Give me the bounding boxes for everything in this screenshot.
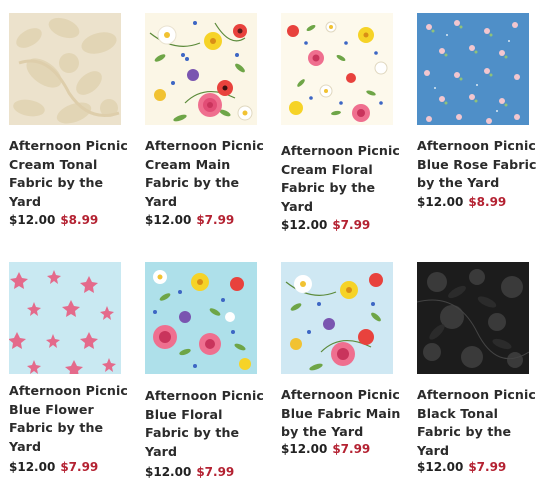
title-line: Afternoon Picnic <box>417 387 536 402</box>
title-line: Yard <box>9 193 42 209</box>
price-row: $12.00 $8.99 <box>9 213 98 227</box>
title-line: Afternoon Picnic <box>145 138 264 153</box>
product-image-blue-floral[interactable] <box>145 262 257 374</box>
product-title[interactable]: Afternoon Picnic Cream Floral Fabric by … <box>281 142 406 216</box>
price-row: $12.00 $8.99 <box>417 195 506 209</box>
sale-price: $8.99 <box>468 195 507 209</box>
price-row: $12.00 $7.99 <box>9 460 98 474</box>
price-row: $12.00 $7.99 <box>417 460 506 474</box>
regular-price: $12.00 <box>417 460 464 474</box>
title-line: Black Tonal <box>417 405 499 421</box>
title-line: Yard <box>9 438 42 454</box>
title-line: Yard <box>145 193 178 209</box>
sale-price: $7.99 <box>196 465 235 479</box>
title-line: Fabric by the <box>145 425 240 440</box>
title-line: Blue Rose Fabric <box>417 156 537 172</box>
title-line: Afternoon Picnic <box>145 388 264 403</box>
price-row: $12.00 $7.99 <box>145 465 234 479</box>
title-line: Blue Floral <box>145 406 223 422</box>
regular-price: $12.00 <box>281 442 328 456</box>
title-line: Afternoon Picnic <box>9 383 128 398</box>
sale-price: $7.99 <box>332 442 371 456</box>
title-line: Fabric by the <box>145 175 240 190</box>
title-line: Afternoon Picnic <box>9 138 128 153</box>
title-line: Yard <box>417 442 450 458</box>
regular-price: $12.00 <box>9 460 56 474</box>
sale-price: $7.99 <box>332 218 371 232</box>
title-line: Fabric by the <box>281 180 376 195</box>
product-image-blue-rose[interactable] <box>417 13 529 125</box>
title-line: Afternoon Picnic <box>281 143 400 158</box>
product-title[interactable]: Afternoon Picnic Blue Flower Fabric by t… <box>9 382 134 456</box>
price-row: $12.00 $7.99 <box>281 442 370 456</box>
product-image-blue-flower[interactable] <box>9 262 121 374</box>
title-line: Fabric by the <box>9 420 104 435</box>
sale-price: $7.99 <box>60 460 99 474</box>
title-line: Yard <box>281 198 314 214</box>
product-image-black-tonal[interactable] <box>417 262 529 374</box>
title-line: Fabric by the <box>9 175 104 190</box>
product-title[interactable]: Afternoon Picnic Blue Floral Fabric by t… <box>145 387 270 461</box>
title-line: Blue Flower <box>9 401 94 417</box>
title-line: Yard <box>145 443 178 459</box>
product-image-cream-floral[interactable] <box>281 13 393 125</box>
sale-price: $8.99 <box>60 213 99 227</box>
title-line: Fabric by the <box>417 424 512 439</box>
title-line: Afternoon Picnic <box>417 138 536 153</box>
product-image-cream-main[interactable] <box>145 13 257 125</box>
price-row: $12.00 $7.99 <box>281 218 370 232</box>
title-line: Afternoon Picnic <box>281 387 400 402</box>
price-row: $12.00 $7.99 <box>145 213 234 227</box>
regular-price: $12.00 <box>417 195 464 209</box>
title-line: Blue Fabric Main <box>281 405 401 421</box>
product-image-cream-tonal[interactable] <box>9 13 121 125</box>
regular-price: $12.00 <box>281 218 328 232</box>
sale-price: $7.99 <box>468 460 507 474</box>
regular-price: $12.00 <box>145 465 192 479</box>
regular-price: $12.00 <box>145 213 192 227</box>
product-title[interactable]: Afternoon Picnic Cream Tonal Fabric by t… <box>9 137 134 211</box>
sale-price: $7.99 <box>196 213 235 227</box>
product-image-blue-main[interactable] <box>281 262 393 374</box>
product-title[interactable]: Afternoon Picnic Black Tonal Fabric by t… <box>417 386 540 460</box>
title-line: by the Yard <box>281 424 364 439</box>
product-title[interactable]: Afternoon Picnic Blue Fabric Main by the… <box>281 386 406 442</box>
regular-price: $12.00 <box>9 213 56 227</box>
title-line: Cream Tonal <box>9 156 98 172</box>
product-title[interactable]: Afternoon Picnic Cream Main Fabric by th… <box>145 137 270 211</box>
title-line: Cream Floral <box>281 161 373 177</box>
title-line: by the Yard <box>417 175 500 190</box>
title-line: Cream Main <box>145 156 231 172</box>
product-title[interactable]: Afternoon Picnic Blue Rose Fabric by the… <box>417 137 540 193</box>
